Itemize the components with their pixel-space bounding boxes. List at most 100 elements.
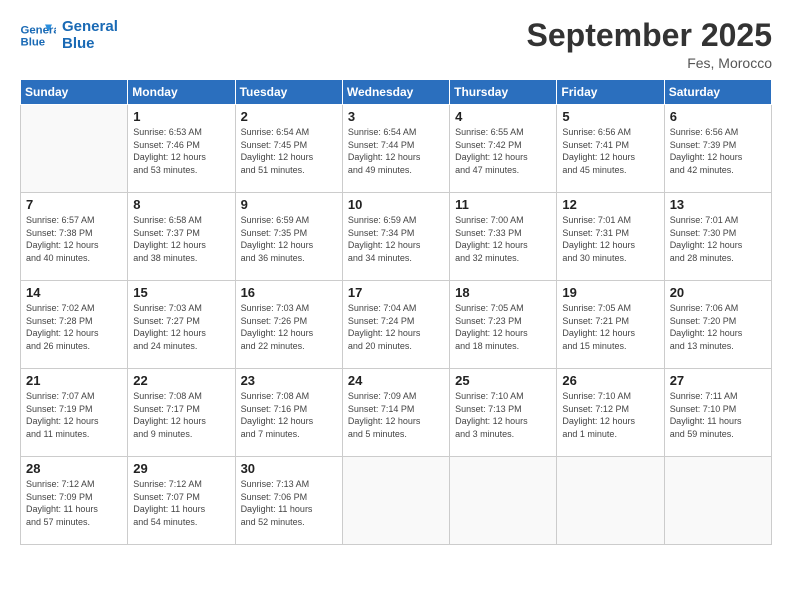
calendar-cell: 10 Sunrise: 6:59 AM Sunset: 7:34 PM Dayli… bbox=[342, 193, 449, 281]
day-info: Sunrise: 6:59 AM Sunset: 7:34 PM Dayligh… bbox=[348, 214, 444, 264]
calendar-cell: 22 Sunrise: 7:08 AM Sunset: 7:17 PM Dayli… bbox=[128, 369, 235, 457]
day-info: Sunrise: 6:59 AM Sunset: 7:35 PM Dayligh… bbox=[241, 214, 337, 264]
day-info: Sunrise: 7:01 AM Sunset: 7:31 PM Dayligh… bbox=[562, 214, 658, 264]
day-number: 17 bbox=[348, 285, 444, 300]
day-info: Sunrise: 7:09 AM Sunset: 7:14 PM Dayligh… bbox=[348, 390, 444, 440]
calendar-cell: 27 Sunrise: 7:11 AM Sunset: 7:10 PM Dayli… bbox=[664, 369, 771, 457]
day-info: Sunrise: 7:02 AM Sunset: 7:28 PM Dayligh… bbox=[26, 302, 122, 352]
day-info: Sunrise: 7:05 AM Sunset: 7:21 PM Dayligh… bbox=[562, 302, 658, 352]
day-info: Sunrise: 7:08 AM Sunset: 7:17 PM Dayligh… bbox=[133, 390, 229, 440]
calendar-cell: 2 Sunrise: 6:54 AM Sunset: 7:45 PM Daylig… bbox=[235, 105, 342, 193]
day-number: 14 bbox=[26, 285, 122, 300]
day-info: Sunrise: 6:56 AM Sunset: 7:41 PM Dayligh… bbox=[562, 126, 658, 176]
col-header-thursday: Thursday bbox=[450, 80, 557, 105]
calendar-cell: 12 Sunrise: 7:01 AM Sunset: 7:31 PM Dayli… bbox=[557, 193, 664, 281]
day-number: 26 bbox=[562, 373, 658, 388]
day-number: 4 bbox=[455, 109, 551, 124]
calendar-cell: 25 Sunrise: 7:10 AM Sunset: 7:13 PM Dayli… bbox=[450, 369, 557, 457]
calendar-row-5: 28 Sunrise: 7:12 AM Sunset: 7:09 PM Dayli… bbox=[21, 457, 772, 545]
day-info: Sunrise: 7:00 AM Sunset: 7:33 PM Dayligh… bbox=[455, 214, 551, 264]
day-number: 12 bbox=[562, 197, 658, 212]
day-number: 3 bbox=[348, 109, 444, 124]
col-header-friday: Friday bbox=[557, 80, 664, 105]
col-header-tuesday: Tuesday bbox=[235, 80, 342, 105]
calendar-cell: 5 Sunrise: 6:56 AM Sunset: 7:41 PM Daylig… bbox=[557, 105, 664, 193]
logo-line2: Blue bbox=[62, 35, 118, 52]
calendar-cell: 8 Sunrise: 6:58 AM Sunset: 7:37 PM Daylig… bbox=[128, 193, 235, 281]
day-number: 23 bbox=[241, 373, 337, 388]
calendar-cell bbox=[664, 457, 771, 545]
day-info: Sunrise: 6:54 AM Sunset: 7:45 PM Dayligh… bbox=[241, 126, 337, 176]
day-info: Sunrise: 7:07 AM Sunset: 7:19 PM Dayligh… bbox=[26, 390, 122, 440]
day-info: Sunrise: 7:08 AM Sunset: 7:16 PM Dayligh… bbox=[241, 390, 337, 440]
day-number: 8 bbox=[133, 197, 229, 212]
calendar-cell: 20 Sunrise: 7:06 AM Sunset: 7:20 PM Dayli… bbox=[664, 281, 771, 369]
day-number: 15 bbox=[133, 285, 229, 300]
day-info: Sunrise: 6:55 AM Sunset: 7:42 PM Dayligh… bbox=[455, 126, 551, 176]
day-number: 19 bbox=[562, 285, 658, 300]
day-info: Sunrise: 7:06 AM Sunset: 7:20 PM Dayligh… bbox=[670, 302, 766, 352]
calendar-cell: 28 Sunrise: 7:12 AM Sunset: 7:09 PM Dayli… bbox=[21, 457, 128, 545]
day-number: 27 bbox=[670, 373, 766, 388]
calendar-cell: 29Sunrise: 7:12 AM Sunset: 7:07 PM Dayli… bbox=[128, 457, 235, 545]
calendar-cell: 21 Sunrise: 7:07 AM Sunset: 7:19 PM Dayli… bbox=[21, 369, 128, 457]
calendar-cell: 11 Sunrise: 7:00 AM Sunset: 7:33 PM Dayli… bbox=[450, 193, 557, 281]
page: General Blue General Blue September 2025… bbox=[0, 0, 792, 612]
day-number: 22 bbox=[133, 373, 229, 388]
day-info: Sunrise: 7:11 AM Sunset: 7:10 PM Dayligh… bbox=[670, 390, 766, 440]
calendar-cell: 1Sunrise: 6:53 AM Sunset: 7:46 PM Daylig… bbox=[128, 105, 235, 193]
header: General Blue General Blue September 2025… bbox=[20, 18, 772, 71]
day-info: Sunrise: 7:05 AM Sunset: 7:23 PM Dayligh… bbox=[455, 302, 551, 352]
col-header-monday: Monday bbox=[128, 80, 235, 105]
calendar-cell: 23 Sunrise: 7:08 AM Sunset: 7:16 PM Dayli… bbox=[235, 369, 342, 457]
calendar-cell: 14 Sunrise: 7:02 AM Sunset: 7:28 PM Dayli… bbox=[21, 281, 128, 369]
calendar-cell: 18 Sunrise: 7:05 AM Sunset: 7:23 PM Dayli… bbox=[450, 281, 557, 369]
calendar-cell: 24 Sunrise: 7:09 AM Sunset: 7:14 PM Dayli… bbox=[342, 369, 449, 457]
day-number: 11 bbox=[455, 197, 551, 212]
day-info: Sunrise: 6:56 AM Sunset: 7:39 PM Dayligh… bbox=[670, 126, 766, 176]
logo-icon: General Blue bbox=[20, 21, 56, 49]
day-number: 25 bbox=[455, 373, 551, 388]
day-number: 2 bbox=[241, 109, 337, 124]
month-title: September 2025 bbox=[527, 18, 772, 53]
day-number: 18 bbox=[455, 285, 551, 300]
day-number: 30 bbox=[241, 461, 337, 476]
calendar-cell: 26Sunrise: 7:10 AM Sunset: 7:12 PM Dayli… bbox=[557, 369, 664, 457]
day-info: Sunrise: 7:03 AM Sunset: 7:26 PM Dayligh… bbox=[241, 302, 337, 352]
day-number: 24 bbox=[348, 373, 444, 388]
calendar-row-4: 21 Sunrise: 7:07 AM Sunset: 7:19 PM Dayli… bbox=[21, 369, 772, 457]
day-number: 28 bbox=[26, 461, 122, 476]
calendar-cell: 19 Sunrise: 7:05 AM Sunset: 7:21 PM Dayli… bbox=[557, 281, 664, 369]
day-info: Sunrise: 6:57 AM Sunset: 7:38 PM Dayligh… bbox=[26, 214, 122, 264]
day-number: 10 bbox=[348, 197, 444, 212]
day-number: 29 bbox=[133, 461, 229, 476]
calendar-cell bbox=[450, 457, 557, 545]
day-info: Sunrise: 6:53 AM Sunset: 7:46 PM Dayligh… bbox=[133, 126, 229, 176]
svg-text:Blue: Blue bbox=[21, 37, 46, 49]
calendar-cell: 6 Sunrise: 6:56 AM Sunset: 7:39 PM Daylig… bbox=[664, 105, 771, 193]
day-number: 5 bbox=[562, 109, 658, 124]
calendar-cell: 15 Sunrise: 7:03 AM Sunset: 7:27 PM Dayli… bbox=[128, 281, 235, 369]
day-info: Sunrise: 7:12 AM Sunset: 7:09 PM Dayligh… bbox=[26, 478, 122, 528]
location-subtitle: Fes, Morocco bbox=[527, 55, 772, 71]
calendar-cell: 17 Sunrise: 7:04 AM Sunset: 7:24 PM Dayli… bbox=[342, 281, 449, 369]
day-info: Sunrise: 7:04 AM Sunset: 7:24 PM Dayligh… bbox=[348, 302, 444, 352]
day-number: 6 bbox=[670, 109, 766, 124]
calendar-cell bbox=[557, 457, 664, 545]
day-number: 13 bbox=[670, 197, 766, 212]
calendar-row-1: 1Sunrise: 6:53 AM Sunset: 7:46 PM Daylig… bbox=[21, 105, 772, 193]
day-number: 20 bbox=[670, 285, 766, 300]
day-info: Sunrise: 7:03 AM Sunset: 7:27 PM Dayligh… bbox=[133, 302, 229, 352]
calendar-cell: 9 Sunrise: 6:59 AM Sunset: 7:35 PM Daylig… bbox=[235, 193, 342, 281]
title-block: September 2025 Fes, Morocco bbox=[527, 18, 772, 71]
day-info: Sunrise: 6:58 AM Sunset: 7:37 PM Dayligh… bbox=[133, 214, 229, 264]
calendar-cell bbox=[21, 105, 128, 193]
day-number: 21 bbox=[26, 373, 122, 388]
col-header-saturday: Saturday bbox=[664, 80, 771, 105]
col-header-wednesday: Wednesday bbox=[342, 80, 449, 105]
calendar-cell: 16Sunrise: 7:03 AM Sunset: 7:26 PM Dayli… bbox=[235, 281, 342, 369]
day-number: 9 bbox=[241, 197, 337, 212]
day-info: Sunrise: 7:10 AM Sunset: 7:13 PM Dayligh… bbox=[455, 390, 551, 440]
calendar-cell: 30Sunrise: 7:13 AM Sunset: 7:06 PM Dayli… bbox=[235, 457, 342, 545]
calendar-row-2: 7Sunrise: 6:57 AM Sunset: 7:38 PM Daylig… bbox=[21, 193, 772, 281]
